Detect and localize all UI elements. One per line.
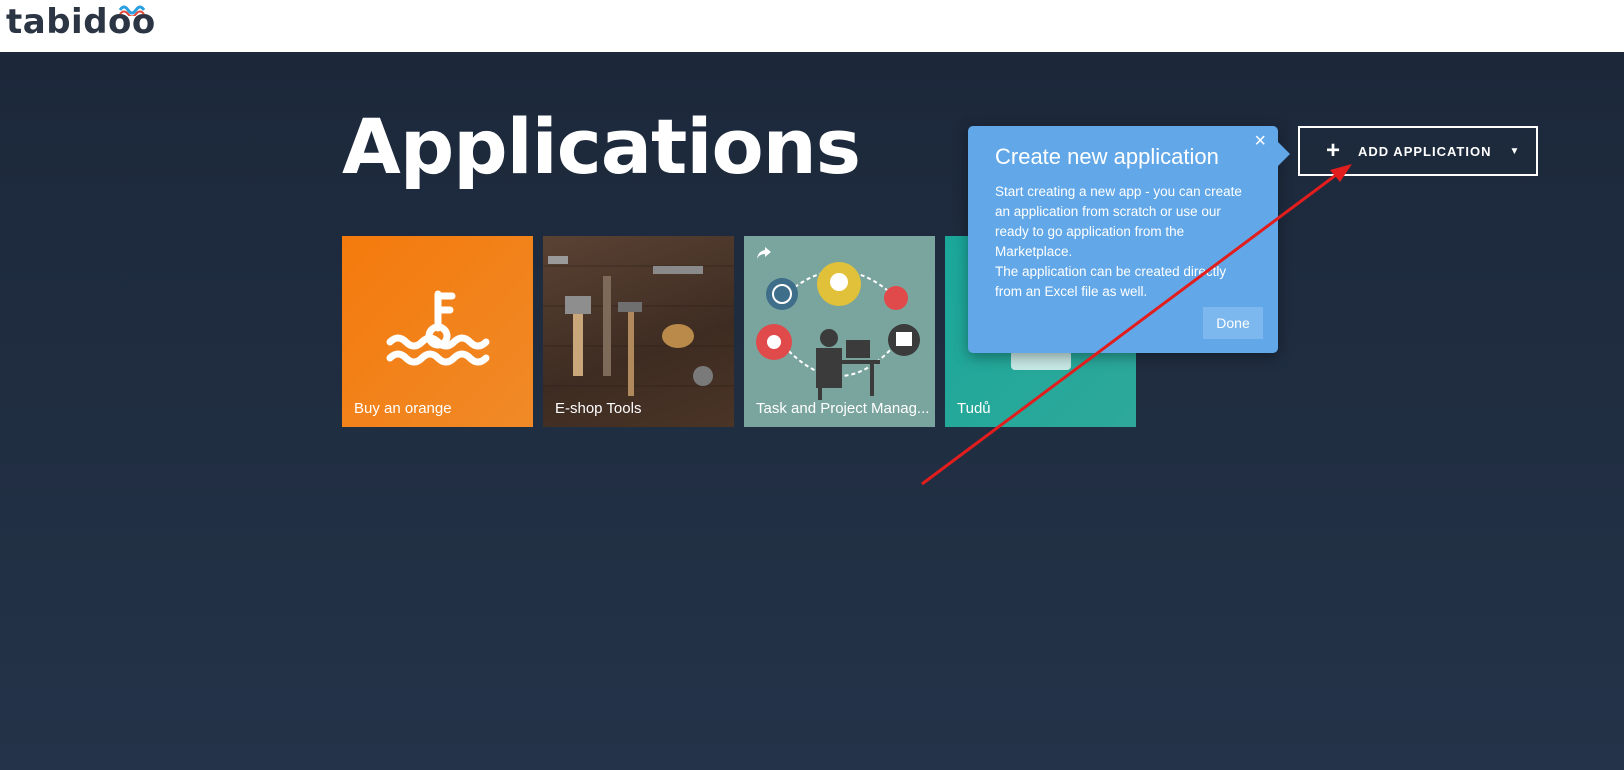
app-tile-label: E-shop Tools xyxy=(555,400,642,417)
tools-photo xyxy=(543,256,734,396)
popover-title: Create new application xyxy=(995,144,1219,169)
app-tile-label: Task and Project Manag... xyxy=(756,400,930,417)
popover-body-line: an application from scratch or use our xyxy=(995,204,1221,219)
page-title: Applications xyxy=(342,102,861,191)
key-waves-icon xyxy=(386,290,490,366)
popover-body-line: Marketplace. xyxy=(995,244,1073,259)
create-application-popover: × Create new application Start creating … xyxy=(968,126,1290,353)
app-tile-e-shop-tools[interactable]: E-shop Tools xyxy=(543,236,734,427)
popover-body-line: Start creating a new app - you can creat… xyxy=(995,184,1242,199)
app-tile-task-and-project-management[interactable]: Task and Project Manag... xyxy=(744,236,935,427)
app-tile-label: Buy an orange xyxy=(354,400,452,417)
add-application-label: ADD APPLICATION xyxy=(1358,143,1492,159)
top-bar: tabidoo xyxy=(0,0,1624,52)
close-icon[interactable]: × xyxy=(1254,130,1266,153)
done-button[interactable]: Done xyxy=(1203,307,1263,339)
popover-body-line: The application can be created directly xyxy=(995,264,1227,279)
app-tile-buy-an-orange[interactable]: Buy an orange xyxy=(342,236,533,427)
popover-body: Start creating a new app - you can creat… xyxy=(995,182,1265,302)
add-application-button[interactable]: + ADD APPLICATION ▼ xyxy=(1298,126,1538,176)
main-area: Applications + ADD APPLICATION ▼ Buy an … xyxy=(0,52,1624,770)
plus-icon: + xyxy=(1326,137,1341,164)
logo-waves-icon xyxy=(118,5,146,16)
task-illustration xyxy=(756,262,920,400)
popover-body-line: ready to go application from the xyxy=(995,224,1185,239)
chevron-down-icon: ▼ xyxy=(1509,145,1520,157)
app-tile-label: Tudů xyxy=(957,400,991,417)
popover-body-line: from an Excel file as well. xyxy=(995,284,1148,299)
